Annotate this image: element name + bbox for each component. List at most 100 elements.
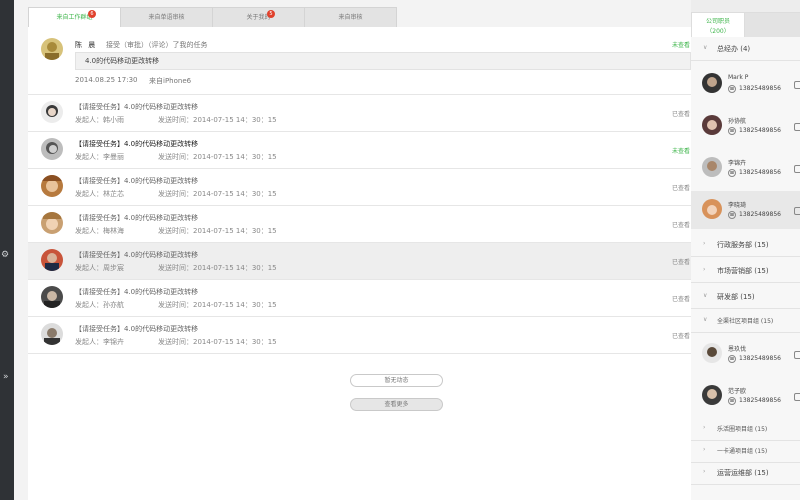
task-sender: 发起人：周步宸: [75, 264, 124, 272]
contacts-tabs: 公司职员 （200）: [691, 6, 800, 39]
post-time: 2014.08.25 17:30: [75, 76, 138, 84]
group-row[interactable]: › 运营运维部 (15): [691, 461, 800, 485]
table-row[interactable]: 【请接受任务】4.0的代码移动更改转移 发起人：孙亦航 发送时间：2014-07…: [28, 280, 700, 317]
phone-icon[interactable]: ☎: [728, 355, 736, 363]
phone-icon[interactable]: ☎: [728, 397, 736, 405]
contact-item[interactable]: 李锦卉 ☎ 13825489856: [691, 149, 800, 187]
table-row[interactable]: 【请接受任务】4.0的代码移动更改转移 发起人：林芷芯 发送时间：2014-07…: [28, 169, 700, 206]
phone-icon[interactable]: ☎: [728, 169, 736, 177]
group-row[interactable]: › 行政服务部 (15): [691, 233, 800, 257]
feed-post[interactable]: 陈 晨 接受（审批）（评论）了我的任务 4.0的代码移动更改转移 2014.08…: [28, 27, 700, 95]
task-sender: 发起人：孙亦航: [75, 301, 124, 309]
post-quote[interactable]: 4.0的代码移动更改转移: [75, 52, 691, 70]
task-time: 发送时间：2014-07-15 14：30：15: [158, 227, 277, 235]
gear-icon[interactable]: ⚙: [1, 250, 9, 260]
task-time: 发送时间：2014-07-15 14：30：15: [158, 190, 277, 198]
task-sender: 发起人：林芷芯: [75, 190, 124, 198]
chevron-down-icon: ∨: [703, 292, 708, 299]
task-title[interactable]: 【请接受任务】4.0的代码移动更改转移: [75, 213, 198, 223]
avatar[interactable]: [41, 175, 63, 197]
load-more-button[interactable]: 查看更多: [350, 398, 443, 411]
avatar[interactable]: [702, 199, 722, 219]
avatar[interactable]: [702, 115, 722, 135]
message-icon[interactable]: [794, 393, 800, 401]
status-badge: 已查看: [671, 259, 690, 266]
phone-icon[interactable]: ☎: [728, 127, 736, 135]
message-icon[interactable]: [794, 165, 800, 173]
unread-badge: 6: [88, 10, 96, 18]
chevron-right-icon: ›: [703, 266, 706, 273]
task-title[interactable]: 【请接受任务】4.0的代码移动更改转移: [75, 324, 198, 334]
avatar[interactable]: [41, 101, 63, 123]
left-rail: ⚙ »: [0, 0, 14, 500]
avatar[interactable]: [41, 286, 63, 308]
group-row[interactable]: ∨ 总经办 (4): [691, 37, 800, 61]
post-action: 接受（审批）（评论）了我的任务: [106, 41, 208, 49]
contacts-pane: 公司职员 （200） ∨ 总经办 (4) Mark P ☎ 13825489856…: [691, 0, 800, 500]
avatar[interactable]: [41, 38, 63, 60]
avatar[interactable]: [702, 343, 722, 363]
tab-about-me[interactable]: 关于我的 5: [212, 7, 305, 27]
task-sender: 发起人：李锦卉: [75, 338, 124, 346]
table-row[interactable]: 【请接受任务】4.0的代码移动更改转移 发起人：梅林海 发送时间：2014-07…: [28, 206, 700, 243]
unread-badge: 5: [267, 10, 275, 18]
subgroup-row[interactable]: ∨ 全渠社区项目组 (15): [691, 309, 800, 333]
message-icon[interactable]: [794, 81, 800, 89]
group-row[interactable]: › 市场营销部 (15): [691, 259, 800, 283]
task-time: 发送时间：2014-07-15 14：30：15: [158, 153, 277, 161]
task-title[interactable]: 【请接受任务】4.0的代码移动更改转移: [75, 102, 198, 112]
task-sender: 发起人：李曼丽: [75, 153, 124, 161]
subgroup-row[interactable]: › 一卡通项目组 (15): [691, 439, 800, 463]
task-time: 发送时间：2014-07-15 14：30：15: [158, 338, 277, 346]
group-row[interactable]: ∨ 研发部 (15): [691, 285, 800, 309]
avatar[interactable]: [41, 138, 63, 160]
avatar[interactable]: [41, 212, 63, 234]
task-time: 发送时间：2014-07-15 14：30：15: [158, 264, 277, 272]
tab-audit[interactable]: 来自审核: [304, 7, 397, 27]
chevron-down-icon: ∨: [703, 316, 708, 323]
table-row[interactable]: 【请接受任务】4.0的代码移动更改转移 发起人：韩小雨 发送时间：2014-07…: [28, 95, 700, 132]
status-badge: 已查看: [671, 333, 690, 340]
subgroup-row[interactable]: › 乐活圈项目组 (15): [691, 417, 800, 441]
task-title[interactable]: 【请接受任务】4.0的代码移动更改转移: [75, 176, 198, 186]
task-sender: 发起人：梅林海: [75, 227, 124, 235]
chevron-right-icon: ›: [703, 468, 706, 475]
post-device: 来自iPhone6: [149, 77, 192, 85]
tab-review[interactable]: 来自单语审核: [120, 7, 213, 27]
table-row[interactable]: 【请接受任务】4.0的代码移动更改转移 发起人：李锦卉 发送时间：2014-07…: [28, 317, 700, 354]
avatar[interactable]: [702, 157, 722, 177]
contact-item[interactable]: 恩玖伐 ☎ 13825489856: [691, 335, 800, 373]
message-icon[interactable]: [794, 351, 800, 359]
main-pane: 来自工作群组 6 来自单语审核 关于我的 5 来自审核 陈 晨 接受（审批）（评论）…: [14, 0, 700, 500]
tab-company-staff[interactable]: 公司职员 （200）: [691, 12, 745, 39]
avatar[interactable]: [41, 323, 63, 345]
contact-item[interactable]: 范子欧 ☎ 13825489856: [691, 377, 800, 415]
table-row[interactable]: 【请接受任务】4.0的代码移动更改转移 发起人：李曼丽 发送时间：2014-07…: [28, 132, 700, 169]
avatar[interactable]: [702, 385, 722, 405]
contact-item[interactable]: 孙协航 ☎ 13825489856: [691, 107, 800, 145]
contact-item[interactable]: 李晓琦 ☎ 13825489856: [691, 191, 800, 229]
status-badge: 已查看: [671, 296, 690, 303]
status-badge: 未查看: [671, 148, 690, 155]
contacts-list: ∨ 总经办 (4) Mark P ☎ 13825489856 孙协航 ☎ 1382…: [691, 37, 800, 500]
status-badge: 已查看: [671, 185, 690, 192]
post-author[interactable]: 陈 晨: [75, 40, 97, 50]
task-title[interactable]: 【请接受任务】4.0的代码移动更改转移: [75, 250, 198, 260]
tab-other[interactable]: [745, 12, 800, 39]
phone-icon[interactable]: ☎: [728, 211, 736, 219]
tab-work-group[interactable]: 来自工作群组 6: [28, 7, 121, 27]
task-title[interactable]: 【请接受任务】4.0的代码移动更改转移: [75, 139, 198, 149]
no-more-button[interactable]: 暂无动态: [350, 374, 443, 387]
message-icon[interactable]: [794, 123, 800, 131]
status-badge: 未查看: [671, 42, 690, 49]
message-icon[interactable]: [794, 207, 800, 215]
task-title[interactable]: 【请接受任务】4.0的代码移动更改转移: [75, 287, 198, 297]
avatar[interactable]: [702, 73, 722, 93]
table-row[interactable]: 【请接受任务】4.0的代码移动更改转移 发起人：周步宸 发送时间：2014-07…: [28, 243, 700, 280]
phone-icon[interactable]: ☎: [728, 85, 736, 93]
expand-arrow-icon[interactable]: »: [3, 372, 9, 382]
avatar[interactable]: [41, 249, 63, 271]
contact-item[interactable]: Mark P ☎ 13825489856: [691, 65, 800, 103]
message-panel: 陈 晨 接受（审批）（评论）了我的任务 4.0的代码移动更改转移 2014.08…: [28, 27, 700, 500]
message-tabs: 来自工作群组 6 来自单语审核 关于我的 5 来自审核: [28, 7, 397, 27]
